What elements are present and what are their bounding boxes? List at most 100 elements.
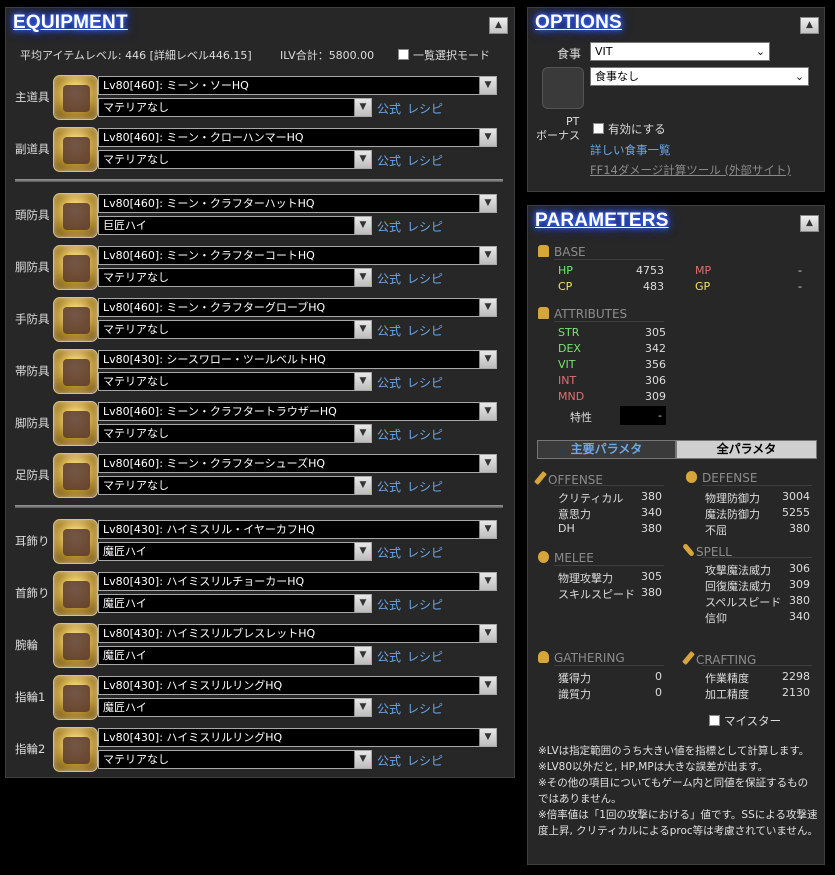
- materia-select[interactable]: マテリアなし ▼: [98, 98, 372, 117]
- official-link[interactable]: 公式: [377, 218, 401, 235]
- collapse-icon[interactable]: ▲: [489, 17, 508, 34]
- pouch-icon: [538, 651, 549, 663]
- item-select[interactable]: Lv80[460]: ミーン・クローハンマーHQ ▼: [98, 128, 497, 147]
- item-icon: [53, 675, 98, 720]
- recipe-link[interactable]: レシピ: [407, 218, 443, 235]
- note-line: ※その他の項目についてもゲーム内と同値を保証するもの: [538, 777, 809, 789]
- gathering-stat-label: 獲得力: [558, 672, 591, 685]
- materia-value: 魔匠ハイ: [103, 597, 147, 610]
- item-value: Lv80[430]: ハイミスリルリングHQ: [103, 679, 283, 692]
- recipe-link[interactable]: レシピ: [407, 100, 443, 117]
- recipe-link[interactable]: レシピ: [407, 322, 443, 339]
- materia-select[interactable]: マテリアなし ▼: [98, 320, 372, 339]
- item-select[interactable]: Lv80[460]: ミーン・クラフターシューズHQ ▼: [98, 454, 497, 473]
- ff14-calc-link[interactable]: FF14ダメージ計算ツール (外部サイト): [590, 162, 791, 178]
- dropdown-arrow-icon: ▼: [354, 373, 371, 390]
- official-link[interactable]: 公式: [377, 322, 401, 339]
- trait-value: -: [620, 406, 666, 425]
- materia-select[interactable]: マテリアなし ▼: [98, 150, 372, 169]
- recipe-link[interactable]: レシピ: [407, 700, 443, 717]
- gp-label: GP: [695, 280, 711, 293]
- item-select[interactable]: Lv80[430]: ハイミスリルリングHQ ▼: [98, 676, 497, 695]
- list-mode-checkbox[interactable]: [398, 49, 409, 60]
- piety-label: 信仰: [705, 612, 727, 625]
- dex-label: DEX: [558, 342, 581, 355]
- item-select[interactable]: Lv80[430]: ハイミスリルリングHQ ▼: [98, 728, 497, 747]
- official-link[interactable]: 公式: [377, 752, 401, 769]
- food-icon-slot[interactable]: [542, 67, 584, 109]
- materia-value: マテリアなし: [103, 753, 169, 766]
- recipe-link[interactable]: レシピ: [407, 270, 443, 287]
- tab-all-params[interactable]: 全パラメタ: [676, 440, 817, 459]
- materia-select[interactable]: 巨匠ハイ ▼: [98, 216, 372, 235]
- official-link[interactable]: 公式: [377, 426, 401, 443]
- options-collapse-icon[interactable]: ▲: [800, 17, 819, 34]
- official-link[interactable]: 公式: [377, 152, 401, 169]
- recipe-link[interactable]: レシピ: [407, 648, 443, 665]
- list-mode-toggle[interactable]: 一覧選択モード: [398, 47, 490, 63]
- dropdown-arrow-icon: ▼: [479, 729, 496, 746]
- item-select[interactable]: Lv80[460]: ミーン・ソーHQ ▼: [98, 76, 497, 95]
- sks-label: スキルスピード: [558, 588, 635, 601]
- materia-select[interactable]: 魔匠ハイ ▼: [98, 594, 372, 613]
- materia-select[interactable]: 魔匠ハイ ▼: [98, 542, 372, 561]
- item-select[interactable]: Lv80[430]: ハイミスリルブレスレットHQ ▼: [98, 624, 497, 643]
- official-link[interactable]: 公式: [377, 478, 401, 495]
- materia-select[interactable]: 魔匠ハイ ▼: [98, 698, 372, 717]
- gathering-line: [554, 665, 664, 666]
- int-value: 306: [645, 374, 666, 387]
- dropdown-arrow-icon: ▼: [479, 455, 496, 472]
- official-link[interactable]: 公式: [377, 374, 401, 391]
- list-mode-label: 一覧選択モード: [413, 49, 490, 62]
- item-value: Lv80[460]: ミーン・クラフタートラウザーHQ: [103, 405, 337, 418]
- materia-select[interactable]: マテリアなし ▼: [98, 372, 372, 391]
- official-link[interactable]: 公式: [377, 270, 401, 287]
- item-select[interactable]: Lv80[430]: ハイミスリルチョーカーHQ ▼: [98, 572, 497, 591]
- recipe-link[interactable]: レシピ: [407, 596, 443, 613]
- item-select[interactable]: Lv80[430]: シースワロー・ツールベルトHQ ▼: [98, 350, 497, 369]
- materia-select[interactable]: マテリアなし ▼: [98, 750, 372, 769]
- materia-select[interactable]: マテリアなし ▼: [98, 268, 372, 287]
- equipment-slot: 腕輪 Lv80[430]: ハイミスリルブレスレットHQ ▼ 魔匠ハイ ▼ 公式 レシピ: [6, 621, 526, 673]
- parameters-collapse-icon[interactable]: ▲: [800, 215, 819, 232]
- recipe-link[interactable]: レシピ: [407, 152, 443, 169]
- official-link[interactable]: 公式: [377, 596, 401, 613]
- enable-label: 有効にする: [608, 122, 666, 136]
- materia-select[interactable]: 魔匠ハイ ▼: [98, 646, 372, 665]
- materia-value: マテリアなし: [103, 375, 169, 388]
- materia-select[interactable]: マテリアなし ▼: [98, 476, 372, 495]
- meister-toggle[interactable]: マイスター: [709, 713, 781, 729]
- item-select[interactable]: Lv80[460]: ミーン・クラフターハットHQ ▼: [98, 194, 497, 213]
- recipe-link[interactable]: レシピ: [407, 478, 443, 495]
- recipe-link[interactable]: レシピ: [407, 426, 443, 443]
- official-link[interactable]: 公式: [377, 100, 401, 117]
- item-icon: [53, 571, 98, 616]
- options-panel: OPTIONS ▲ 食事 VIT ⌄ 食事なし ⌄ PT ボーナス 有効にする 詳し…: [527, 7, 825, 192]
- equipment-slot: 脚防具 Lv80[460]: ミーン・クラフタートラウザーHQ ▼ マテリアなし ▼ 公式…: [6, 399, 526, 451]
- food-list-link[interactable]: 詳しい食事一覧: [590, 142, 671, 158]
- item-select[interactable]: Lv80[430]: ハイミスリル・イヤーカフHQ ▼: [98, 520, 497, 539]
- recipe-link[interactable]: レシピ: [407, 544, 443, 561]
- food-select[interactable]: 食事なし ⌄: [590, 67, 809, 86]
- official-link[interactable]: 公式: [377, 648, 401, 665]
- item-select[interactable]: Lv80[460]: ミーン・クラフターコートHQ ▼: [98, 246, 497, 265]
- materia-select[interactable]: マテリアなし ▼: [98, 424, 372, 443]
- item-select[interactable]: Lv80[460]: ミーン・クラフターグローブHQ ▼: [98, 298, 497, 317]
- recipe-link[interactable]: レシピ: [407, 374, 443, 391]
- bell-icon: [538, 307, 549, 319]
- item-select[interactable]: Lv80[460]: ミーン・クラフタートラウザーHQ ▼: [98, 402, 497, 421]
- item-icon: [53, 623, 98, 668]
- recipe-link[interactable]: レシピ: [407, 752, 443, 769]
- tab-main-params[interactable]: 主要パラメタ: [537, 440, 676, 459]
- official-link[interactable]: 公式: [377, 544, 401, 561]
- pt-bonus-toggle[interactable]: 有効にする: [593, 121, 666, 137]
- item-icon: [53, 519, 98, 564]
- official-link[interactable]: 公式: [377, 700, 401, 717]
- food-type-select[interactable]: VIT ⌄: [590, 42, 770, 61]
- meister-checkbox[interactable]: [709, 715, 720, 726]
- divider-armor: [15, 505, 503, 508]
- hammer-icon: [682, 651, 695, 665]
- piety-value: 340: [789, 610, 810, 623]
- offense-line: [554, 485, 664, 486]
- pt-bonus-checkbox[interactable]: [593, 123, 604, 134]
